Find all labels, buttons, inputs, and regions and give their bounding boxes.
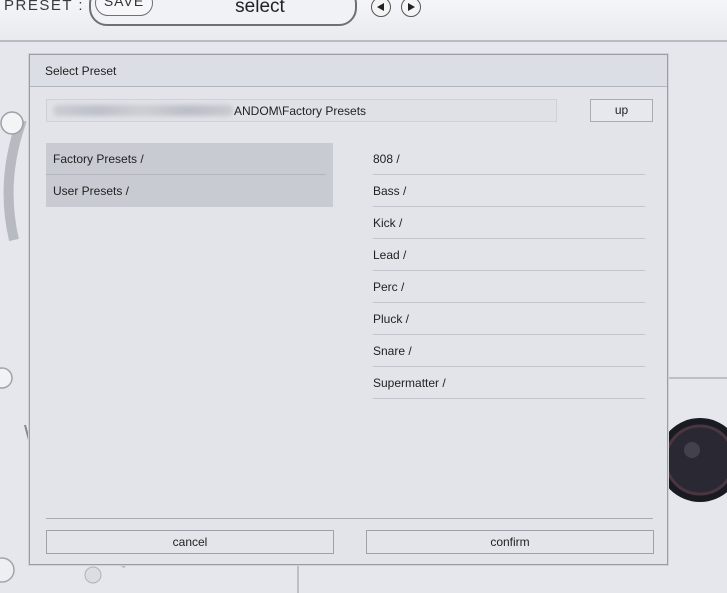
arrow-right-icon [408,3,415,11]
confirm-button[interactable]: confirm [366,530,654,554]
cancel-button[interactable]: cancel [46,530,334,554]
subfolder-item[interactable]: Supermatter / [373,367,645,399]
footer-divider [46,518,653,519]
folder-item-factory-presets[interactable]: Factory Presets / [46,143,333,175]
save-button[interactable]: SAVE [95,0,153,16]
select-preset-dialog: Select Preset ANDOM\Factory Presets up F… [29,54,668,565]
preset-toolbar: PRESET : SAVE select [0,0,727,42]
arrow-left-icon [377,3,384,11]
subfolder-item[interactable]: Perc / [373,271,645,303]
path-field: ANDOM\Factory Presets [46,99,557,122]
subfolder-item[interactable]: Kick / [373,207,645,239]
dialog-title: Select Preset [30,55,667,87]
prev-preset-button[interactable] [371,0,391,17]
up-button[interactable]: up [590,99,653,122]
preset-name-display[interactable]: select [190,0,330,18]
subfolder-item[interactable]: Bass / [373,175,645,207]
preset-label: PRESET : [4,0,85,14]
subfolder-item[interactable]: Snare / [373,335,645,367]
next-preset-button[interactable] [401,0,421,17]
preset-folder-list: Factory Presets / User Presets / [46,143,333,207]
path-text: ANDOM\Factory Presets [234,104,367,118]
subfolder-item[interactable]: Lead / [373,239,645,271]
subfolder-item[interactable]: 808 / [373,143,645,175]
path-redacted [53,105,233,116]
subfolder-item[interactable]: Pluck / [373,303,645,335]
preset-subfolder-list: 808 / Bass / Kick / Lead / Perc / Pluck … [373,143,645,399]
folder-item-user-presets[interactable]: User Presets / [46,175,333,207]
